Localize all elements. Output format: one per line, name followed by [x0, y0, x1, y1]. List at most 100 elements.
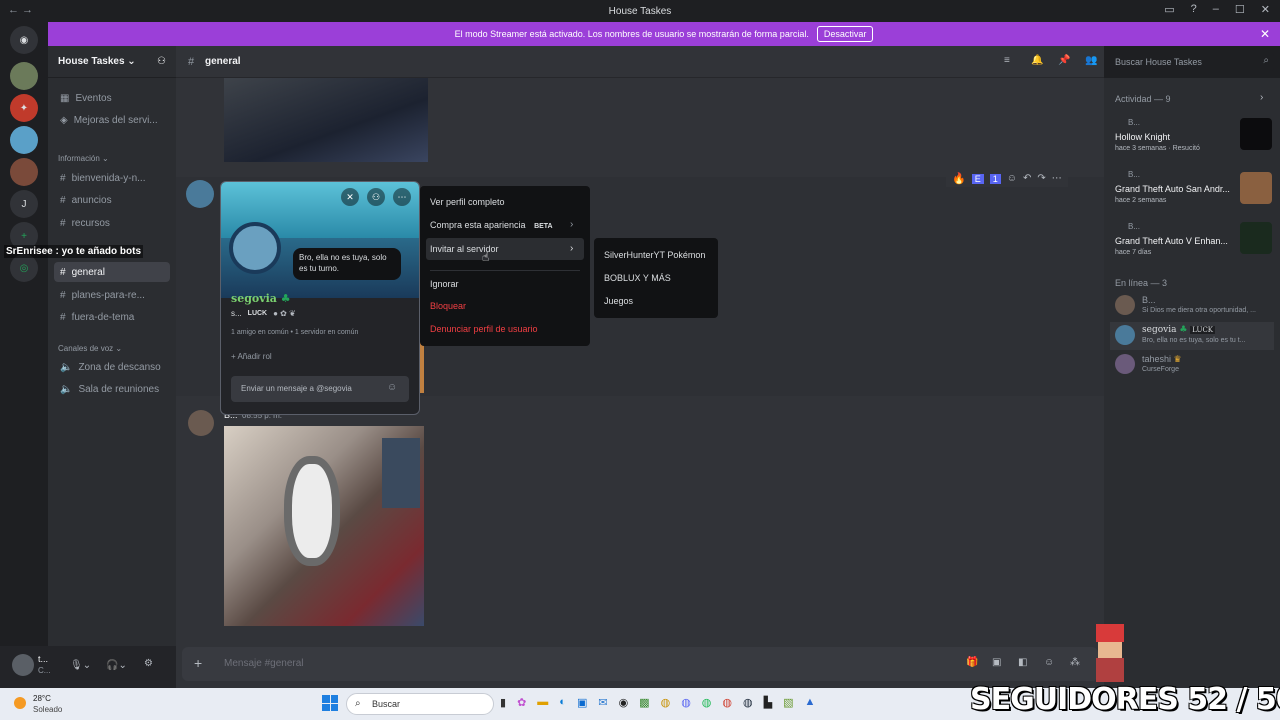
outlook-icon[interactable]: ✉ [598, 696, 607, 709]
weather-icon[interactable] [14, 697, 26, 709]
headphones-icon[interactable]: 🎧⌄ [106, 660, 127, 671]
maximize-button[interactable]: ☐ [1235, 3, 1245, 16]
server-icon[interactable] [10, 62, 38, 90]
voice-channel-item[interactable]: 🔈 Sala de reuniones [54, 379, 170, 399]
taskbar-search[interactable]: ⌕ Buscar [346, 693, 494, 715]
deactivate-button[interactable]: Desactivar [816, 26, 874, 42]
channel-item[interactable]: # fuera-de-tema [54, 307, 170, 327]
app-icon[interactable]: ▲ [805, 696, 816, 709]
sticker-icon[interactable]: ◧ [1018, 657, 1027, 668]
server-icon[interactable]: ✦ [10, 94, 38, 122]
mutuals[interactable]: 1 amigo en común • 1 servidor en común [231, 329, 358, 336]
minecraft-icon[interactable]: ▩ [639, 696, 649, 709]
gif-icon[interactable]: ▣ [992, 657, 1001, 668]
store-icon[interactable]: ▣ [577, 696, 587, 709]
message-input[interactable]: Mensaje #general [224, 658, 304, 669]
more-icon[interactable]: ⋯ [1052, 173, 1062, 184]
voice-channel-item[interactable]: 🔈 Zona de descanso [54, 357, 170, 377]
discord-home-icon[interactable]: ◉ [10, 26, 38, 54]
kitten-image[interactable] [224, 426, 424, 626]
obs-icon[interactable]: ◉ [619, 696, 629, 709]
copilot-icon[interactable]: ✿ [517, 696, 526, 709]
reply-icon[interactable]: ↶ [1023, 173, 1031, 184]
minimize-button[interactable]: – [1213, 3, 1219, 16]
spotify-icon[interactable]: ◍ [702, 696, 712, 709]
discord-icon[interactable]: ◍ [681, 696, 691, 709]
reaction-e[interactable]: E [971, 173, 984, 184]
category-info[interactable]: Información ⌄ [58, 154, 109, 163]
plus-icon[interactable]: + [194, 655, 202, 671]
explore-icon[interactable]: ◎ [10, 254, 38, 282]
gear-icon[interactable]: ⚙ [144, 658, 153, 669]
windows-start-icon[interactable] [322, 695, 338, 711]
close-button[interactable]: ✕ [1261, 3, 1270, 16]
steam-icon[interactable]: ◍ [743, 696, 753, 709]
search-box[interactable]: Buscar House Taskes ⌕ [1110, 53, 1274, 71]
avatar[interactable] [229, 222, 281, 274]
emoji-icon[interactable]: ☺ [387, 382, 397, 393]
channel-item[interactable]: # planes-para-re... [54, 285, 170, 305]
capcut-icon[interactable]: ▙ [764, 696, 772, 709]
category-voice[interactable]: Canales de voz ⌄ [58, 344, 122, 353]
member-item[interactable]: segovia ♣ LUCK Bro, ella no es tuya, sol… [1110, 322, 1274, 350]
member-item[interactable]: taheshi ♛ CurseForge [1110, 351, 1274, 379]
forward-icon[interactable]: ↷ [1037, 173, 1045, 184]
emoji-icon[interactable]: ☺ [1044, 657, 1054, 668]
member-item[interactable]: B... Si Dios me diera otra oportunidad, … [1110, 292, 1274, 320]
menu-item-ignore[interactable]: Ignorar [430, 279, 459, 289]
channel-item-general[interactable]: # general [54, 262, 170, 282]
add-role-button[interactable]: + Añadir rol [231, 352, 272, 361]
apps-icon[interactable]: ⁂ [1070, 657, 1080, 668]
pin-icon[interactable]: 📌 [1058, 55, 1070, 66]
activity-card[interactable]: B... Grand Theft Auto V Enhan... hace 7 … [1110, 216, 1274, 262]
server-icon[interactable] [10, 126, 38, 154]
server-header[interactable]: House Taskes ⌄ ⚇ [48, 46, 176, 78]
sidebar-item-boosts[interactable]: ◈ Mejoras del servi... [54, 110, 170, 130]
avatar[interactable] [186, 180, 214, 208]
chrome-icon[interactable]: ◍ [722, 696, 732, 709]
members-icon[interactable]: 👥 [1085, 55, 1097, 66]
block-icon[interactable]: ✕ [341, 188, 359, 206]
more-icon[interactable]: ⋯ [393, 188, 411, 206]
menu-item-report[interactable]: Denunciar perfil de usuario [430, 324, 538, 334]
help-icon[interactable]: ? [1191, 3, 1197, 16]
menu-item-block[interactable]: Bloquear [430, 301, 466, 311]
message-composer[interactable]: + Mensaje #general 🎁 ▣ ◧ ☺ ⁂ [182, 647, 1098, 681]
add-member-icon[interactable]: ⚇ [157, 56, 166, 67]
search-input[interactable]: Buscar House Taskes [1115, 57, 1202, 67]
game-icon[interactable]: ▧ [783, 696, 793, 709]
bell-icon[interactable]: 🔔 [1031, 55, 1043, 66]
task-view-icon[interactable]: ▮ [500, 696, 506, 709]
gift-icon[interactable]: 🎁 [966, 657, 978, 668]
chevron-right-icon[interactable]: › [1260, 92, 1263, 103]
submenu-item[interactable]: SilverHunterYT Pokémon [604, 250, 705, 260]
message-image[interactable] [224, 78, 428, 162]
app-icon[interactable]: ◍ [661, 696, 671, 709]
file-explorer-icon[interactable]: ▬ [537, 696, 548, 709]
submenu-item[interactable]: BOBLUX Y MÁS [604, 273, 671, 283]
submenu-item[interactable]: Juegos [604, 296, 633, 306]
microphone-icon[interactable]: 🎙⌄ [70, 660, 91, 671]
avatar[interactable] [188, 410, 214, 436]
menu-item-buy-look[interactable]: Compra esta apariencia BETA [430, 220, 553, 230]
inbox-icon[interactable]: ▭ [1164, 3, 1174, 16]
server-icon[interactable] [10, 158, 38, 186]
channel-item[interactable]: # anuncios [54, 190, 170, 210]
edge-icon[interactable]: ◐ [559, 696, 566, 709]
channel-item[interactable]: # bienvenida-y-n... [54, 168, 170, 188]
reaction-one[interactable]: 1 [989, 173, 1001, 184]
sidebar-item-events[interactable]: ▦ Eventos [54, 88, 170, 108]
activity-card[interactable]: B... Grand Theft Auto San Andr... hace 2… [1110, 164, 1274, 210]
threads-icon[interactable]: ≡ [1004, 55, 1010, 66]
activity-card[interactable]: B... Hollow Knight hace 3 semanas · Resu… [1110, 112, 1274, 158]
add-friend-icon[interactable]: ⚇ [367, 188, 385, 206]
fire-emoji-reaction[interactable]: 🔥 [952, 172, 966, 185]
speaker-icon: 🔈 [60, 383, 73, 395]
close-icon[interactable]: ✕ [1260, 27, 1270, 41]
server-icon[interactable]: J [10, 190, 38, 218]
menu-item-view-profile[interactable]: Ver perfil completo [430, 197, 505, 207]
profile-message-input[interactable]: Enviar un mensaje a @segovia ☺ [231, 376, 409, 402]
avatar[interactable] [12, 654, 34, 676]
add-reaction-icon[interactable]: ☺ [1007, 173, 1017, 184]
channel-item[interactable]: # recursos [54, 213, 170, 233]
